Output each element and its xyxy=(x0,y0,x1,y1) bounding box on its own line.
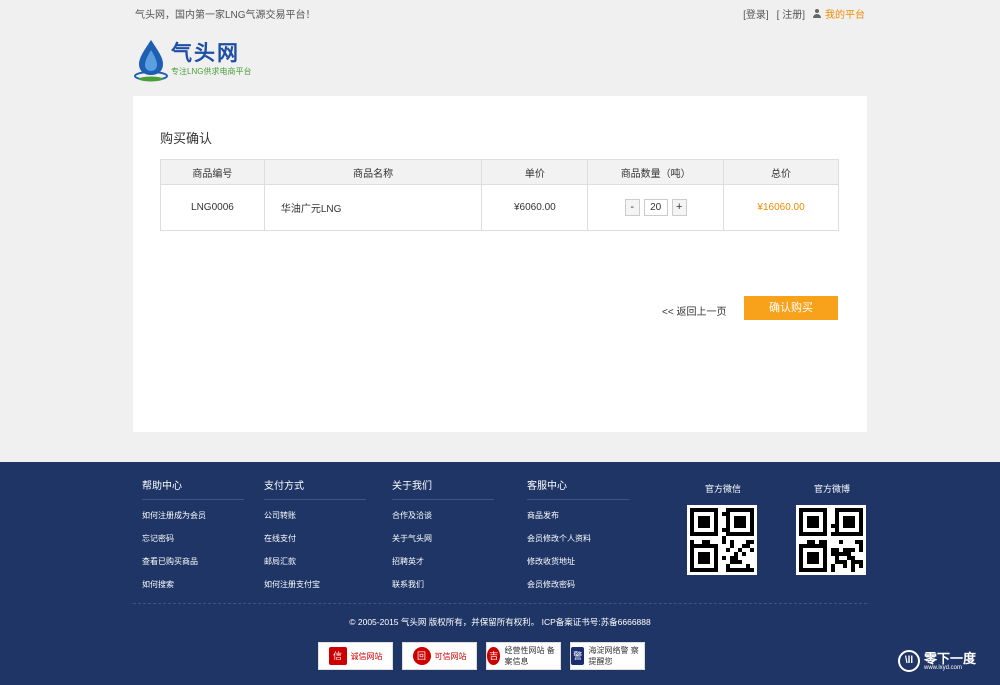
wechat-qr-block: 官方微信 xyxy=(687,482,759,575)
column-header-total: 总价 xyxy=(723,159,839,185)
logo-flame-icon xyxy=(134,40,168,82)
qr-code-icon xyxy=(799,508,863,572)
back-link[interactable]: << 返回上一页 xyxy=(662,303,726,318)
footer-link[interactable]: 会员修改密码 xyxy=(527,579,629,590)
register-link[interactable]: [ 注册] xyxy=(777,6,805,21)
watermark-icon: \ll xyxy=(898,650,920,672)
footer-link[interactable]: 会员修改个人资料 xyxy=(527,533,629,544)
page-title: 购买确认 xyxy=(160,131,213,146)
decrement-button[interactable]: - xyxy=(624,199,640,216)
footer-link[interactable]: 如何注册成为会员 xyxy=(142,510,244,521)
quantity-input[interactable]: 20 xyxy=(643,199,668,216)
column-header-name: 商品名称 xyxy=(263,159,483,185)
header: 气头网 专注LNG供求电商平台 xyxy=(0,24,1000,96)
copyright: © 2005-2015 气头网 版权所有，并保留所有权利。 ICP备案证书号:苏… xyxy=(349,617,651,627)
footer-link[interactable]: 如何注册支付宝 xyxy=(264,579,366,590)
badge-icon: 警 xyxy=(571,647,585,665)
weibo-qr-block: 官方微博 xyxy=(796,482,868,575)
weibo-qr-code[interactable] xyxy=(796,505,866,575)
badge-label: 海淀网络警 察提醒您 xyxy=(588,646,639,666)
product-name: 华油广元LNG xyxy=(263,184,483,231)
my-platform-link[interactable]: 我的平台 xyxy=(813,6,865,21)
footer-link[interactable]: 招聘英才 xyxy=(392,556,494,567)
badge-icon: 吉 xyxy=(487,647,501,665)
footer-about-column: 关于我们 合作及洽谈 关于气头网 招聘英才 联系我们 xyxy=(392,477,494,602)
confirm-purchase-button[interactable]: 确认购买 xyxy=(744,296,838,320)
wechat-label: 官方微信 xyxy=(704,484,741,494)
watermark-text: 零下一度 xyxy=(924,650,977,666)
login-link[interactable]: [登录] xyxy=(743,6,769,21)
badge-icon: 回 xyxy=(412,647,431,665)
footer-link[interactable]: 查看已购买商品 xyxy=(142,556,244,567)
badge-business-record[interactable]: 吉 经营性网站 备案信息 xyxy=(486,642,561,670)
badge-label: 可信网站 xyxy=(434,651,467,661)
footer-help-column: 帮助中心 如何注册成为会员 忘记密码 查看已购买商品 如何搜索 xyxy=(142,477,244,602)
footer-payment-title: 支付方式 xyxy=(264,477,366,500)
unit-price: ¥6060.00 xyxy=(481,184,589,231)
column-header-quantity: 商品数量（吨） xyxy=(587,159,725,185)
table-header-row: 商品编号 商品名称 单价 商品数量（吨） 总价 xyxy=(160,159,839,185)
footer-divider xyxy=(133,603,867,604)
badge-police-notice[interactable]: 警 海淀网络警 察提醒您 xyxy=(570,642,645,670)
weibo-label: 官方微博 xyxy=(813,484,850,494)
order-confirm-panel: 购买确认 商品编号 商品名称 单价 商品数量（吨） 总价 LNG0006 华油广… xyxy=(133,96,867,432)
footer-help-title: 帮助中心 xyxy=(142,477,244,500)
footer-link[interactable]: 如何搜索 xyxy=(142,579,244,590)
site-logo[interactable]: 气头网 专注LNG供求电商平台 xyxy=(133,34,253,84)
footer-link[interactable]: 联系我们 xyxy=(392,579,494,590)
site-slogan: 气头网，国内第一家LNG气源交易平台！ xyxy=(135,10,316,21)
footer-link[interactable]: 合作及洽谈 xyxy=(392,510,494,521)
product-code: LNG0006 xyxy=(160,184,265,231)
quantity-stepper: - 20 + xyxy=(624,199,687,216)
total-price: ¥16060.00 xyxy=(723,184,839,231)
logo-tagline: 专注LNG供求电商平台 xyxy=(171,67,252,76)
logo-brand-name: 气头网 xyxy=(171,42,240,65)
order-table: 商品编号 商品名称 单价 商品数量（吨） 总价 LNG0006 华油广元LNG … xyxy=(160,159,839,231)
trust-badges: 信 诚信网站 回 可信网站 吉 经营性网站 备案信息 警 海淀网络警 察提醒您 xyxy=(318,642,645,670)
wechat-qr-code[interactable] xyxy=(687,505,757,575)
footer: 帮助中心 如何注册成为会员 忘记密码 查看已购买商品 如何搜索 支付方式 公司转… xyxy=(0,462,1000,685)
column-header-price: 单价 xyxy=(481,159,589,185)
user-icon xyxy=(813,9,821,18)
footer-link[interactable]: 公司转账 xyxy=(264,510,366,521)
footer-link[interactable]: 忘记密码 xyxy=(142,533,244,544)
badge-trusted-site[interactable]: 信 诚信网站 xyxy=(318,642,393,670)
watermark: \ll 零下一度 www.lxyd.com xyxy=(898,650,976,672)
top-bar: 气头网，国内第一家LNG气源交易平台！ [登录] [ 注册] 我的平台 xyxy=(0,0,1000,24)
footer-link[interactable]: 关于气头网 xyxy=(392,533,494,544)
increment-button[interactable]: + xyxy=(671,199,687,216)
footer-service-title: 客服中心 xyxy=(527,477,629,500)
footer-payment-column: 支付方式 公司转账 在线支付 邮局汇款 如何注册支付宝 xyxy=(264,477,366,602)
column-header-code: 商品编号 xyxy=(160,159,265,185)
badge-credible-site[interactable]: 回 可信网站 xyxy=(402,642,477,670)
account-links: [登录] [ 注册] 我的平台 xyxy=(743,6,865,21)
my-platform-label: 我的平台 xyxy=(825,10,865,21)
quantity-cell: - 20 + xyxy=(587,184,725,231)
footer-link[interactable]: 修改收货地址 xyxy=(527,556,629,567)
badge-label: 经营性网站 备案信息 xyxy=(504,646,555,666)
footer-link[interactable]: 商品发布 xyxy=(527,510,629,521)
table-row: LNG0006 华油广元LNG ¥6060.00 - 20 + ¥16060.0… xyxy=(160,184,839,231)
footer-link[interactable]: 在线支付 xyxy=(264,533,366,544)
qr-code-icon xyxy=(690,508,754,572)
badge-label: 诚信网站 xyxy=(350,651,383,661)
footer-link[interactable]: 邮局汇款 xyxy=(264,556,366,567)
footer-service-column: 客服中心 商品发布 会员修改个人资料 修改收货地址 会员修改密码 xyxy=(527,477,629,602)
footer-about-title: 关于我们 xyxy=(392,477,494,500)
badge-icon: 信 xyxy=(328,647,347,665)
